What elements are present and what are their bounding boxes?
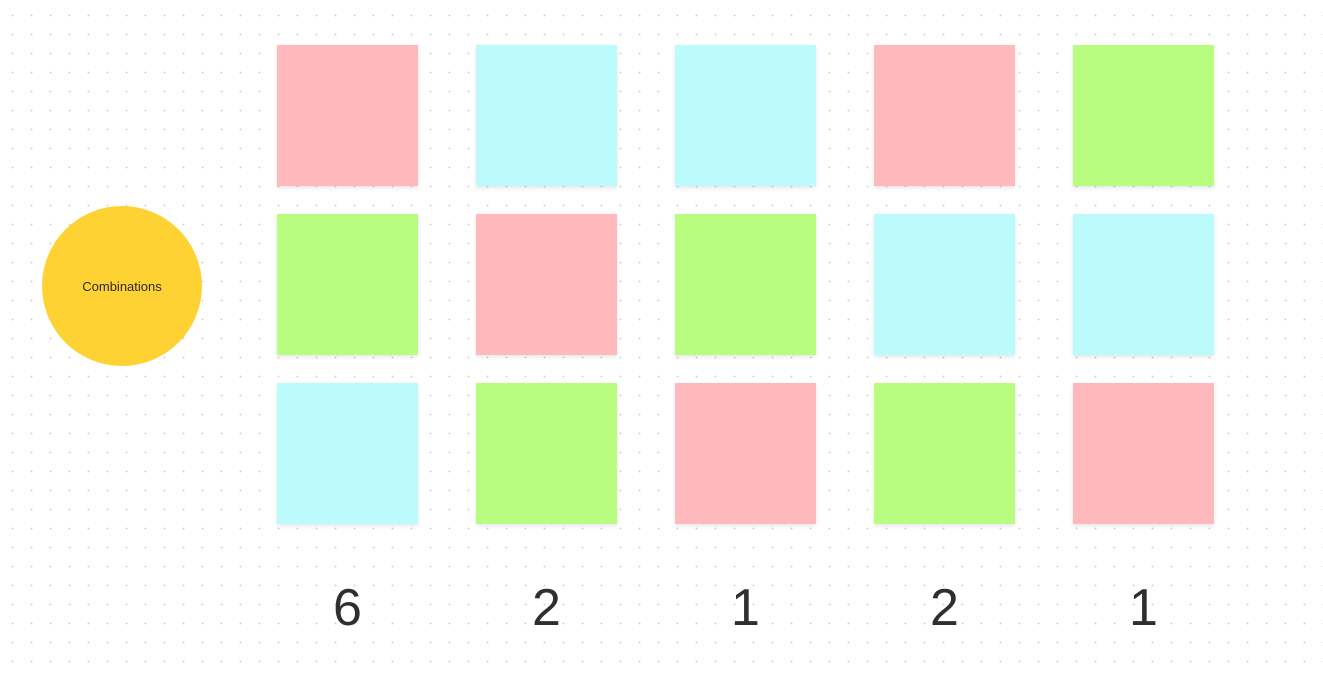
sticky-note-green[interactable] xyxy=(277,214,418,355)
sticky-note-green[interactable] xyxy=(476,383,617,524)
combination-count[interactable]: 1 xyxy=(675,578,816,638)
sticky-note-pink[interactable] xyxy=(476,214,617,355)
sticky-note-green[interactable] xyxy=(1073,45,1214,186)
sticky-note-cyan[interactable] xyxy=(1073,214,1214,355)
sticky-note-cyan[interactable] xyxy=(874,214,1015,355)
sticky-note-cyan[interactable] xyxy=(277,383,418,524)
combination-count[interactable]: 2 xyxy=(476,578,617,638)
combination-count[interactable]: 1 xyxy=(1073,578,1214,638)
sticky-note-green[interactable] xyxy=(675,214,816,355)
sticky-note-cyan[interactable] xyxy=(675,45,816,186)
sticky-note-pink[interactable] xyxy=(874,45,1015,186)
sticky-note-pink[interactable] xyxy=(675,383,816,524)
combinations-circle[interactable]: Combinations xyxy=(42,206,202,366)
combination-count[interactable]: 6 xyxy=(277,578,418,638)
sticky-note-cyan[interactable] xyxy=(476,45,617,186)
sticky-note-pink[interactable] xyxy=(277,45,418,186)
combination-count[interactable]: 2 xyxy=(874,578,1015,638)
sticky-note-pink[interactable] xyxy=(1073,383,1214,524)
combinations-label: Combinations xyxy=(82,278,162,294)
whiteboard-canvas[interactable]: Combinations 62121 xyxy=(0,0,1323,674)
sticky-note-green[interactable] xyxy=(874,383,1015,524)
